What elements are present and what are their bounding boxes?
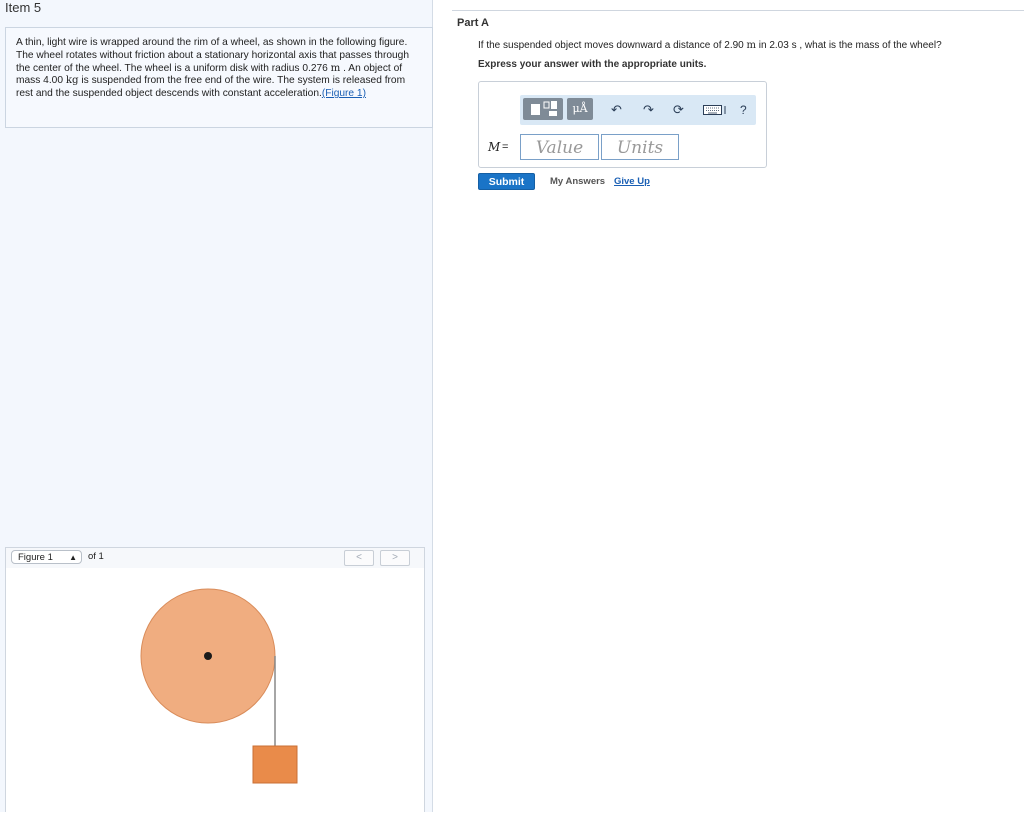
unit-kilogram: kg <box>65 75 79 87</box>
question-unit-meter: m <box>746 40 756 51</box>
next-figure-button[interactable]: > <box>380 550 410 566</box>
figure-select[interactable]: Figure 1 ▲ <box>11 550 82 564</box>
equals-sign: = <box>502 141 509 153</box>
item-title: Item 5 <box>5 0 42 15</box>
reset-icon[interactable]: ⟳ <box>673 102 684 118</box>
figure-select-value: Figure 1 <box>18 552 53 563</box>
undo-icon[interactable]: ↶ <box>611 102 622 118</box>
part-title: Part A <box>457 17 489 29</box>
redo-icon[interactable]: ↷ <box>643 102 654 118</box>
previous-figure-button[interactable]: < <box>344 550 374 566</box>
keyboard-icon[interactable] <box>703 104 729 120</box>
left-panel: Item 5 A thin, light wire is wrapped aro… <box>0 0 433 812</box>
units-button[interactable]: μÅ <box>567 98 593 120</box>
divider <box>452 10 1024 11</box>
figure-toolbar: Figure 1 ▲ of 1 < > <box>5 547 425 569</box>
question-text: If the suspended object moves downward a… <box>478 40 942 51</box>
answer-panel: μÅ ↶ ↷ ⟳ ? M = Value Units <box>478 81 767 168</box>
wheel-figure <box>140 588 298 784</box>
templates-button[interactable] <box>523 98 563 120</box>
units-input[interactable]: Units <box>601 134 679 160</box>
hanging-mass <box>252 745 298 784</box>
figure-canvas <box>5 568 425 812</box>
question-text-1: If the suspended object moves downward a… <box>478 40 747 51</box>
templates-icon <box>531 101 557 116</box>
answer-instruction: Express your answer with the appropriate… <box>478 59 707 70</box>
give-up-link[interactable]: Give Up <box>614 176 650 187</box>
equation-toolbar: μÅ ↶ ↷ ⟳ ? <box>520 95 756 125</box>
question-text-2: in 2.03 s , what is the mass of the whee… <box>756 40 942 51</box>
figure-link[interactable]: (Figure 1) <box>322 88 366 99</box>
value-input[interactable]: Value <box>520 134 599 160</box>
select-arrows-icon: ▲ <box>69 553 77 562</box>
problem-statement: A thin, light wire is wrapped around the… <box>5 27 433 128</box>
wheel-axle <box>204 652 212 660</box>
answer-variable: M <box>488 140 501 154</box>
my-answers-link[interactable]: My Answers <box>550 176 605 187</box>
figure-count: of 1 <box>88 551 104 562</box>
unit-meter: m <box>330 62 341 74</box>
help-icon[interactable]: ? <box>740 102 747 118</box>
submit-button[interactable]: Submit <box>478 173 535 190</box>
